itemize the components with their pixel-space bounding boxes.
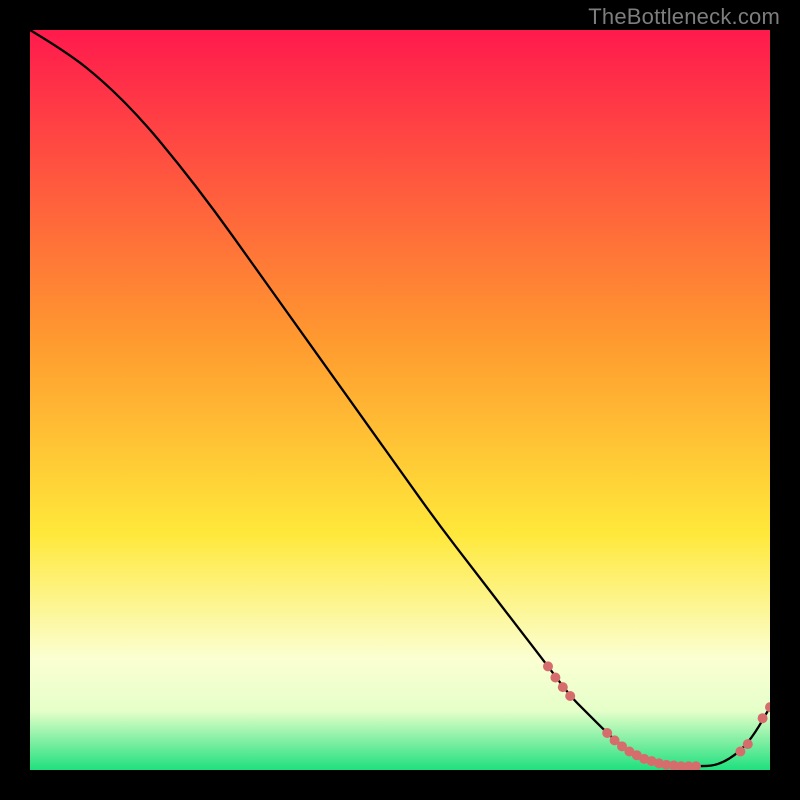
highlight-dot	[565, 691, 575, 701]
curve-layer	[30, 30, 770, 770]
highlight-dot	[735, 747, 745, 757]
highlight-dot	[758, 713, 768, 723]
highlight-dot	[765, 702, 770, 712]
highlight-dot	[550, 673, 560, 683]
highlight-dot	[743, 739, 753, 749]
bottleneck-curve	[30, 30, 770, 766]
highlight-dot	[602, 728, 612, 738]
highlight-dot	[543, 661, 553, 671]
highlight-dots	[543, 661, 770, 770]
plot-area	[30, 30, 770, 770]
highlight-dot	[691, 761, 701, 770]
watermark-text: TheBottleneck.com	[588, 4, 780, 30]
highlight-dot	[558, 682, 568, 692]
chart-container: TheBottleneck.com	[0, 0, 800, 800]
